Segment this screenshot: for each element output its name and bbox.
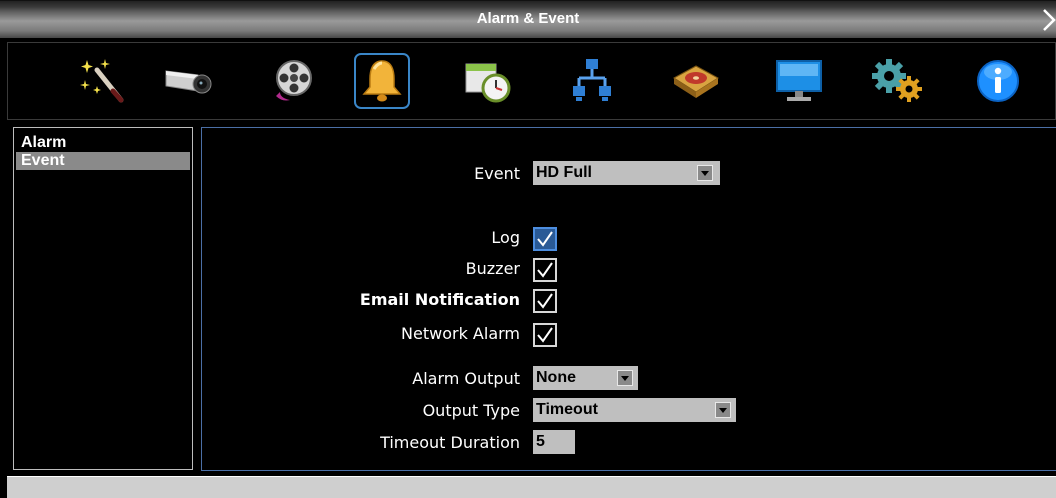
hard-disk-icon xyxy=(673,65,719,98)
log-label: Log xyxy=(491,228,520,247)
status-bar xyxy=(7,476,1056,498)
chevron-down-icon[interactable] xyxy=(697,165,713,181)
network-alarm-checkbox[interactable] xyxy=(533,323,557,347)
title-bar: Alarm & Event xyxy=(0,0,1056,38)
alarm-output-value: None xyxy=(536,369,576,386)
log-checkbox[interactable] xyxy=(533,227,557,251)
alarm-output-label: Alarm Output xyxy=(412,369,520,388)
output-type-dropdown[interactable]: Timeout xyxy=(533,398,736,422)
sidebar: Alarm Event xyxy=(13,127,193,470)
sidebar-item-alarm[interactable]: Alarm xyxy=(16,134,190,152)
gears-icon xyxy=(872,59,922,102)
playback-button[interactable] xyxy=(265,53,321,109)
info-icon xyxy=(977,60,1019,102)
sidebar-item-event[interactable]: Event xyxy=(16,152,190,170)
close-icon[interactable] xyxy=(1040,7,1056,33)
output-type-label: Output Type xyxy=(422,401,520,420)
main-menu-toolbar xyxy=(7,42,1056,120)
camera-icon xyxy=(165,70,212,94)
checkmark-icon xyxy=(537,231,553,247)
window-title: Alarm & Event xyxy=(476,10,580,27)
event-dropdown[interactable]: HD Full xyxy=(533,161,720,185)
schedule-button[interactable] xyxy=(460,53,516,109)
network-alarm-label: Network Alarm xyxy=(401,324,520,343)
display-button[interactable] xyxy=(771,53,827,109)
output-type-value: Timeout xyxy=(536,401,598,418)
chevron-down-icon[interactable] xyxy=(617,370,633,386)
network-button[interactable] xyxy=(564,53,620,109)
system-settings-button[interactable] xyxy=(870,53,926,109)
checkmark-icon xyxy=(537,293,553,309)
camera-button[interactable] xyxy=(161,53,217,109)
bell-icon xyxy=(362,60,402,102)
disk-button[interactable] xyxy=(668,53,724,109)
checkmark-icon xyxy=(537,262,553,278)
alarm-output-dropdown[interactable]: None xyxy=(533,366,638,390)
monitor-icon xyxy=(776,60,822,101)
chevron-down-icon[interactable] xyxy=(715,402,731,418)
event-label: Event xyxy=(474,164,520,183)
buzzer-label: Buzzer xyxy=(465,259,520,278)
email-notification-label: Email Notification xyxy=(359,290,520,309)
checkmark-icon xyxy=(537,327,553,343)
timeout-duration-label: Timeout Duration xyxy=(380,433,520,452)
wizard-wand-icon xyxy=(80,59,124,103)
network-icon xyxy=(573,59,611,101)
schedule-clock-icon xyxy=(465,63,511,103)
film-reel-icon xyxy=(276,60,312,101)
alarm-event-button[interactable] xyxy=(354,53,410,109)
email-notification-checkbox[interactable] xyxy=(533,289,557,313)
timeout-duration-input[interactable]: 5 xyxy=(533,430,575,454)
wizard-button[interactable] xyxy=(74,53,130,109)
buzzer-checkbox[interactable] xyxy=(533,258,557,282)
information-button[interactable] xyxy=(970,53,1026,109)
event-dropdown-value: HD Full xyxy=(536,164,592,181)
